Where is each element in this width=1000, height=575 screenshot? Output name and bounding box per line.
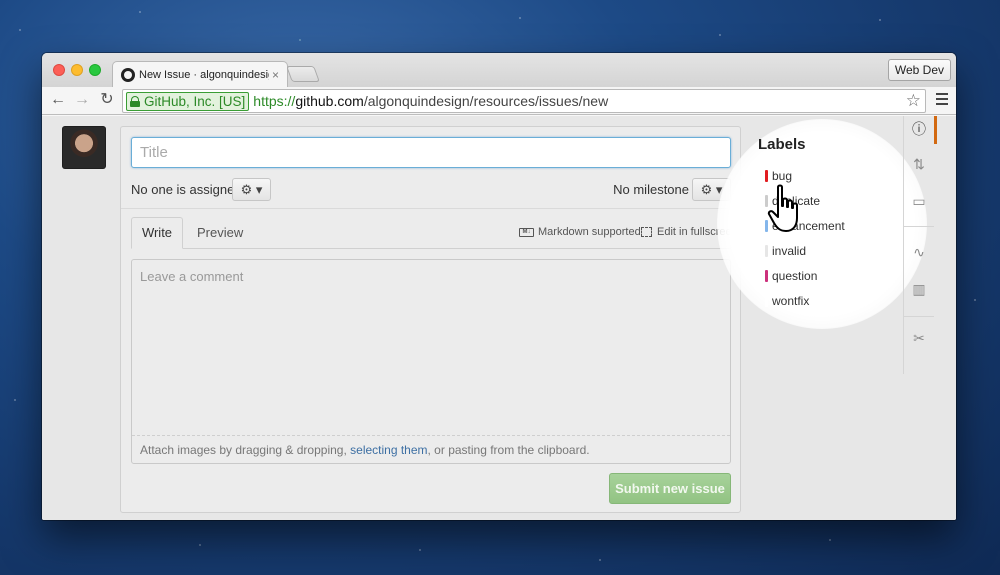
forward-arrow-icon[interactable]: →: [73, 91, 91, 109]
attach-suffix: , or pasting from the clipboard.: [427, 443, 590, 457]
label-item-bug[interactable]: bug: [758, 168, 878, 193]
labels-panel: Labels bug duplicate enhancement invalid que…: [758, 136, 878, 318]
browser-toolbar: ← → ↻ GitHub, Inc. [US] https://github.c…: [42, 87, 956, 115]
markdown-supported-link[interactable]: M↓ Markdown supported: [519, 226, 641, 238]
rail-divider: [904, 226, 934, 227]
fullscreen-icon: [641, 227, 652, 237]
label-name: invalid: [772, 244, 807, 258]
maximize-window-button[interactable]: [89, 64, 101, 76]
user-avatar[interactable]: [62, 126, 106, 169]
label-color-swatch: [765, 295, 768, 307]
markdown-icon: M↓: [519, 227, 534, 237]
label-item-duplicate[interactable]: duplicate: [758, 193, 878, 218]
issue-meta-row: No one is assigned ⚙ ▾ No milestone ⚙ ▾: [131, 178, 731, 202]
ev-label: GitHub, Inc. [US]: [144, 93, 246, 109]
label-color-swatch: [765, 220, 768, 232]
close-window-button[interactable]: [53, 64, 65, 76]
url-text[interactable]: https://github.com/algonquindesign/resou…: [253, 93, 608, 109]
assignee-gear-button[interactable]: ⚙ ▾: [232, 178, 271, 201]
markdown-label: Markdown supported: [538, 226, 641, 238]
labels-title: Labels: [758, 136, 806, 153]
url-scheme: https://: [253, 93, 296, 109]
pull-request-icon[interactable]: ⇅: [911, 156, 927, 172]
issues-icon[interactable]: ⓘ: [911, 121, 927, 137]
rail-divider: [904, 316, 934, 317]
graphs-icon[interactable]: ▥: [911, 281, 927, 297]
github-favicon-icon: [121, 68, 135, 82]
label-item-question[interactable]: question: [758, 268, 878, 293]
address-bar[interactable]: GitHub, Inc. [US] https://github.com/alg…: [122, 89, 926, 113]
labels-list: bug duplicate enhancement invalid question wo…: [758, 168, 878, 318]
label-color-swatch: [765, 195, 768, 207]
github-page: No one is assigned ⚙ ▾ No milestone ⚙ ▾ …: [42, 116, 956, 520]
label-color-swatch: [765, 170, 768, 182]
tab-write[interactable]: Write: [131, 217, 183, 249]
ev-certificate-badge[interactable]: GitHub, Inc. [US]: [126, 91, 250, 111]
bookmark-star-icon[interactable]: ☆: [906, 91, 921, 111]
attach-prefix: Attach images by dragging & dropping,: [140, 443, 351, 457]
select-files-link[interactable]: selecting them: [350, 443, 427, 457]
repo-nav-rail: ⓘ ⇅ ▭ ∿ ▥ ✂: [903, 116, 934, 374]
pulse-icon[interactable]: ∿: [911, 244, 927, 260]
tab-preview[interactable]: Preview: [197, 225, 243, 240]
label-item-invalid[interactable]: invalid: [758, 243, 878, 268]
label-name: question: [772, 269, 818, 283]
label-color-swatch: [765, 245, 768, 257]
url-path: /algonquindesign/resources/issues/new: [363, 93, 609, 109]
tab-underline: [131, 248, 731, 249]
issue-title-input[interactable]: [131, 137, 731, 168]
submit-new-issue-button[interactable]: Submit new issue: [609, 473, 731, 504]
reload-icon[interactable]: ↻: [98, 91, 116, 109]
label-name: duplicate: [772, 194, 821, 208]
tab-strip: New Issue · algonquindesign × Web Dev: [42, 53, 956, 88]
new-issue-form: No one is assigned ⚙ ▾ No milestone ⚙ ▾ …: [120, 126, 741, 513]
active-rail-indicator: [934, 116, 937, 144]
browser-tab[interactable]: New Issue · algonquindesign ×: [112, 61, 288, 88]
label-item-enhancement[interactable]: enhancement: [758, 218, 878, 243]
comment-box: Attach images by dragging & dropping, se…: [131, 259, 731, 464]
browser-window: New Issue · algonquindesign × Web Dev ← …: [42, 53, 956, 520]
tab-title: New Issue · algonquindesign: [139, 69, 269, 81]
wiki-icon[interactable]: ▭: [911, 193, 927, 209]
new-tab-button[interactable]: [286, 66, 320, 82]
url-host: github.com: [295, 93, 364, 109]
label-name: enhancement: [772, 219, 845, 233]
hamburger-menu-icon[interactable]: [936, 93, 948, 105]
minimize-window-button[interactable]: [71, 64, 83, 76]
attach-images-hint: Attach images by dragging & dropping, se…: [140, 443, 590, 457]
assignee-text: No one is assigned: [131, 182, 242, 197]
comment-textarea[interactable]: [132, 260, 730, 436]
tab-close-icon[interactable]: ×: [272, 68, 279, 82]
label-name: bug: [772, 169, 793, 183]
label-name: wontfix: [772, 294, 810, 308]
back-arrow-icon[interactable]: ←: [49, 91, 67, 109]
profile-button[interactable]: Web Dev: [887, 59, 951, 81]
label-item-wontfix[interactable]: wontfix: [758, 293, 878, 318]
label-color-swatch: [765, 270, 768, 282]
settings-icon[interactable]: ✂: [911, 330, 927, 346]
milestone-text: No milestone: [613, 182, 689, 197]
form-divider: [121, 208, 740, 209]
lock-icon: [130, 95, 140, 107]
